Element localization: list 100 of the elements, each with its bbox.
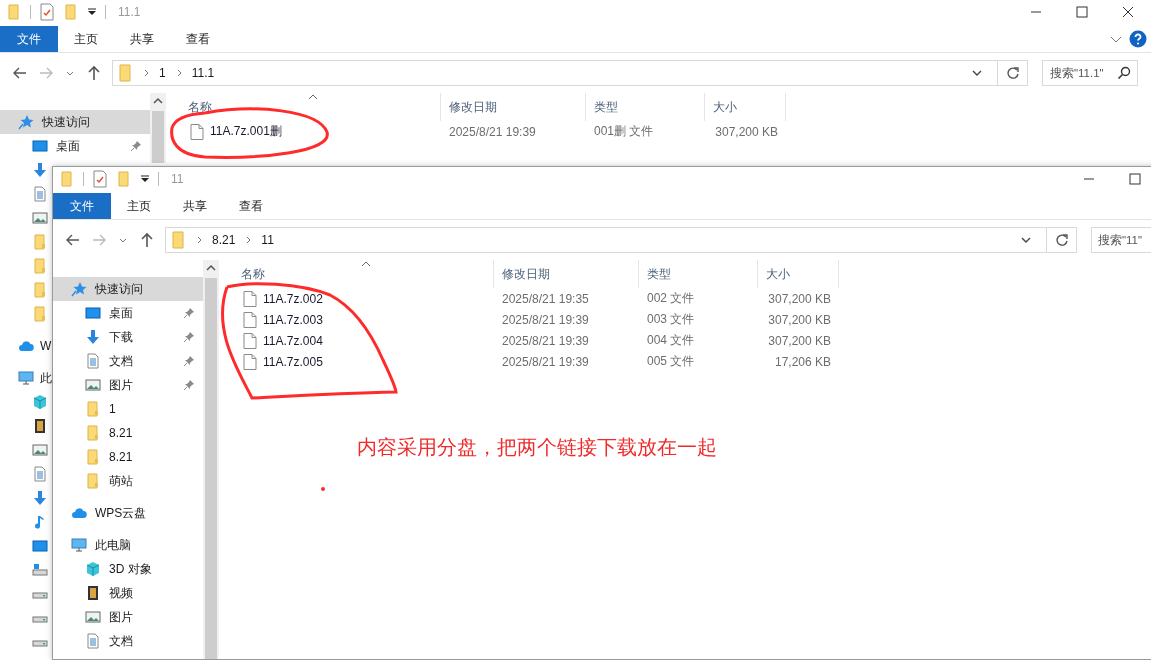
download-arrow-icon (32, 162, 48, 178)
file-icon (243, 332, 257, 349)
nav-item[interactable]: 萌站 (53, 469, 203, 493)
annotation-dot (321, 487, 325, 491)
checklist-icon[interactable] (39, 3, 55, 21)
help-icon[interactable] (1129, 30, 1147, 48)
annotation-text: 内容采用分盘，把两个链接下载放在一起 (357, 435, 717, 460)
ribbon-tab[interactable]: 主页 (58, 26, 114, 52)
ribbon-tab[interactable]: 共享 (167, 193, 223, 219)
table-cell: 307,200 KB (768, 291, 831, 306)
file-icon (243, 311, 257, 328)
breadcrumb-item[interactable]: 11 (261, 233, 274, 247)
refresh-icon (1054, 233, 1069, 247)
pin-icon[interactable] (130, 140, 142, 152)
table-cell: 17,206 KB (774, 354, 831, 369)
nav-item[interactable]: 3D 对象 (53, 557, 203, 581)
table-cell: 2025/8/21 19:39 (449, 124, 536, 139)
nav-item[interactable]: 8.21 (53, 421, 203, 445)
nav-item[interactable]: 快速访问 (0, 110, 150, 134)
ribbon-tab[interactable]: 查看 (223, 193, 279, 219)
table-cell: 005 文件 (647, 354, 695, 368)
search-field[interactable]: 搜索"11.1" (1042, 60, 1138, 86)
folder-icon (32, 306, 48, 322)
sort-caret-icon (361, 261, 371, 267)
column-header[interactable]: 修改日期 (441, 93, 586, 121)
dropdown-caret-icon[interactable] (140, 174, 150, 184)
nav-item[interactable]: 文档 (53, 629, 203, 653)
nav-item[interactable]: 图片 (53, 373, 203, 397)
refresh-button[interactable] (998, 60, 1028, 86)
file-name[interactable]: 11A.7z.003 (263, 312, 323, 327)
download-arrow-icon (32, 490, 48, 506)
breadcrumb-item[interactable]: 1 (159, 66, 166, 80)
checklist-icon[interactable] (92, 170, 108, 188)
refresh-button[interactable] (1047, 227, 1077, 253)
table-cell: 002 文件 (647, 291, 695, 305)
nav-item[interactable]: 快速访问 (53, 277, 203, 301)
table-cell: 004 文件 (647, 333, 695, 347)
nav-item[interactable]: 图片 (53, 605, 203, 629)
scrollbar-thumb[interactable] (152, 111, 164, 163)
film-icon (32, 418, 48, 434)
cloud-icon (71, 505, 87, 521)
column-header[interactable]: 大小 (705, 93, 786, 121)
folder-icon (85, 449, 101, 465)
nav-item[interactable]: 视频 (53, 581, 203, 605)
ribbon-tab[interactable]: 查看 (170, 26, 226, 52)
ribbon-tab[interactable]: 文件 (53, 193, 111, 219)
nav-item[interactable]: 1 (53, 397, 203, 421)
picture-icon (85, 609, 101, 625)
document-icon (85, 353, 101, 369)
file-icon (243, 290, 257, 307)
folder-icon (32, 282, 48, 298)
nav-item[interactable]: 此电脑 (53, 533, 203, 557)
folder-icon (85, 473, 101, 489)
nav-item[interactable]: 桌面 (53, 301, 203, 325)
ribbon-tab[interactable]: 共享 (114, 26, 170, 52)
scrollbar[interactable] (150, 93, 166, 163)
pin-icon[interactable] (183, 379, 195, 391)
file-icon (190, 123, 204, 140)
scrollbar[interactable] (203, 260, 219, 659)
folder-icon (85, 401, 101, 417)
pin-icon[interactable] (183, 331, 195, 343)
breadcrumb-item[interactable]: 11.1 (191, 66, 215, 80)
column-header[interactable]: 大小 (758, 260, 839, 288)
breadcrumb-item[interactable]: 8.21 (212, 233, 236, 247)
file-name[interactable]: 11A.7z.002 (263, 291, 323, 306)
nav-item[interactable]: 此 (0, 366, 52, 390)
nav-item[interactable]: 下载 (53, 325, 203, 349)
picture-icon (32, 210, 48, 226)
ribbon-tab[interactable]: 主页 (111, 193, 167, 219)
ribbon-tab[interactable]: 文件 (0, 26, 58, 52)
table-cell: 2025/8/21 19:39 (502, 333, 589, 348)
file-name[interactable]: 11A.7z.004 (263, 333, 323, 348)
nav-item[interactable]: 文档 (53, 349, 203, 373)
table-cell: 2025/8/21 19:39 (502, 354, 589, 369)
column-header[interactable]: 类型 (586, 93, 705, 121)
nav-item[interactable]: W (0, 334, 52, 358)
column-header[interactable]: 修改日期 (494, 260, 639, 288)
pin-icon[interactable] (183, 307, 195, 319)
star-icon (18, 114, 34, 130)
column-header[interactable]: 名称 (219, 260, 494, 288)
pin-icon[interactable] (183, 355, 195, 367)
column-header[interactable]: 类型 (639, 260, 758, 288)
refresh-icon (1005, 66, 1020, 80)
table-cell: 003 文件 (647, 312, 695, 326)
file-name[interactable]: 11A.7z.005 (263, 354, 323, 369)
scrollbar-thumb[interactable] (205, 278, 217, 659)
computer-icon (18, 370, 34, 386)
nav-item[interactable]: WPS云盘 (53, 501, 203, 525)
folder-icon (32, 258, 48, 274)
dropdown-caret-icon[interactable] (87, 7, 97, 17)
nav-item[interactable]: 桌面 (0, 134, 150, 158)
download-arrow-icon (85, 329, 101, 345)
document-icon (85, 633, 101, 649)
search-field[interactable]: 搜索"11" (1091, 227, 1151, 253)
document-icon (32, 466, 48, 482)
nav-item[interactable]: 8.21 (53, 445, 203, 469)
file-name[interactable]: 11A.7z.001删 (210, 123, 282, 140)
address-bar[interactable]: 1 11.1 (112, 60, 998, 86)
table-cell: 001删 文件 (594, 124, 654, 138)
address-bar[interactable]: 8.21 11 (165, 227, 1047, 253)
